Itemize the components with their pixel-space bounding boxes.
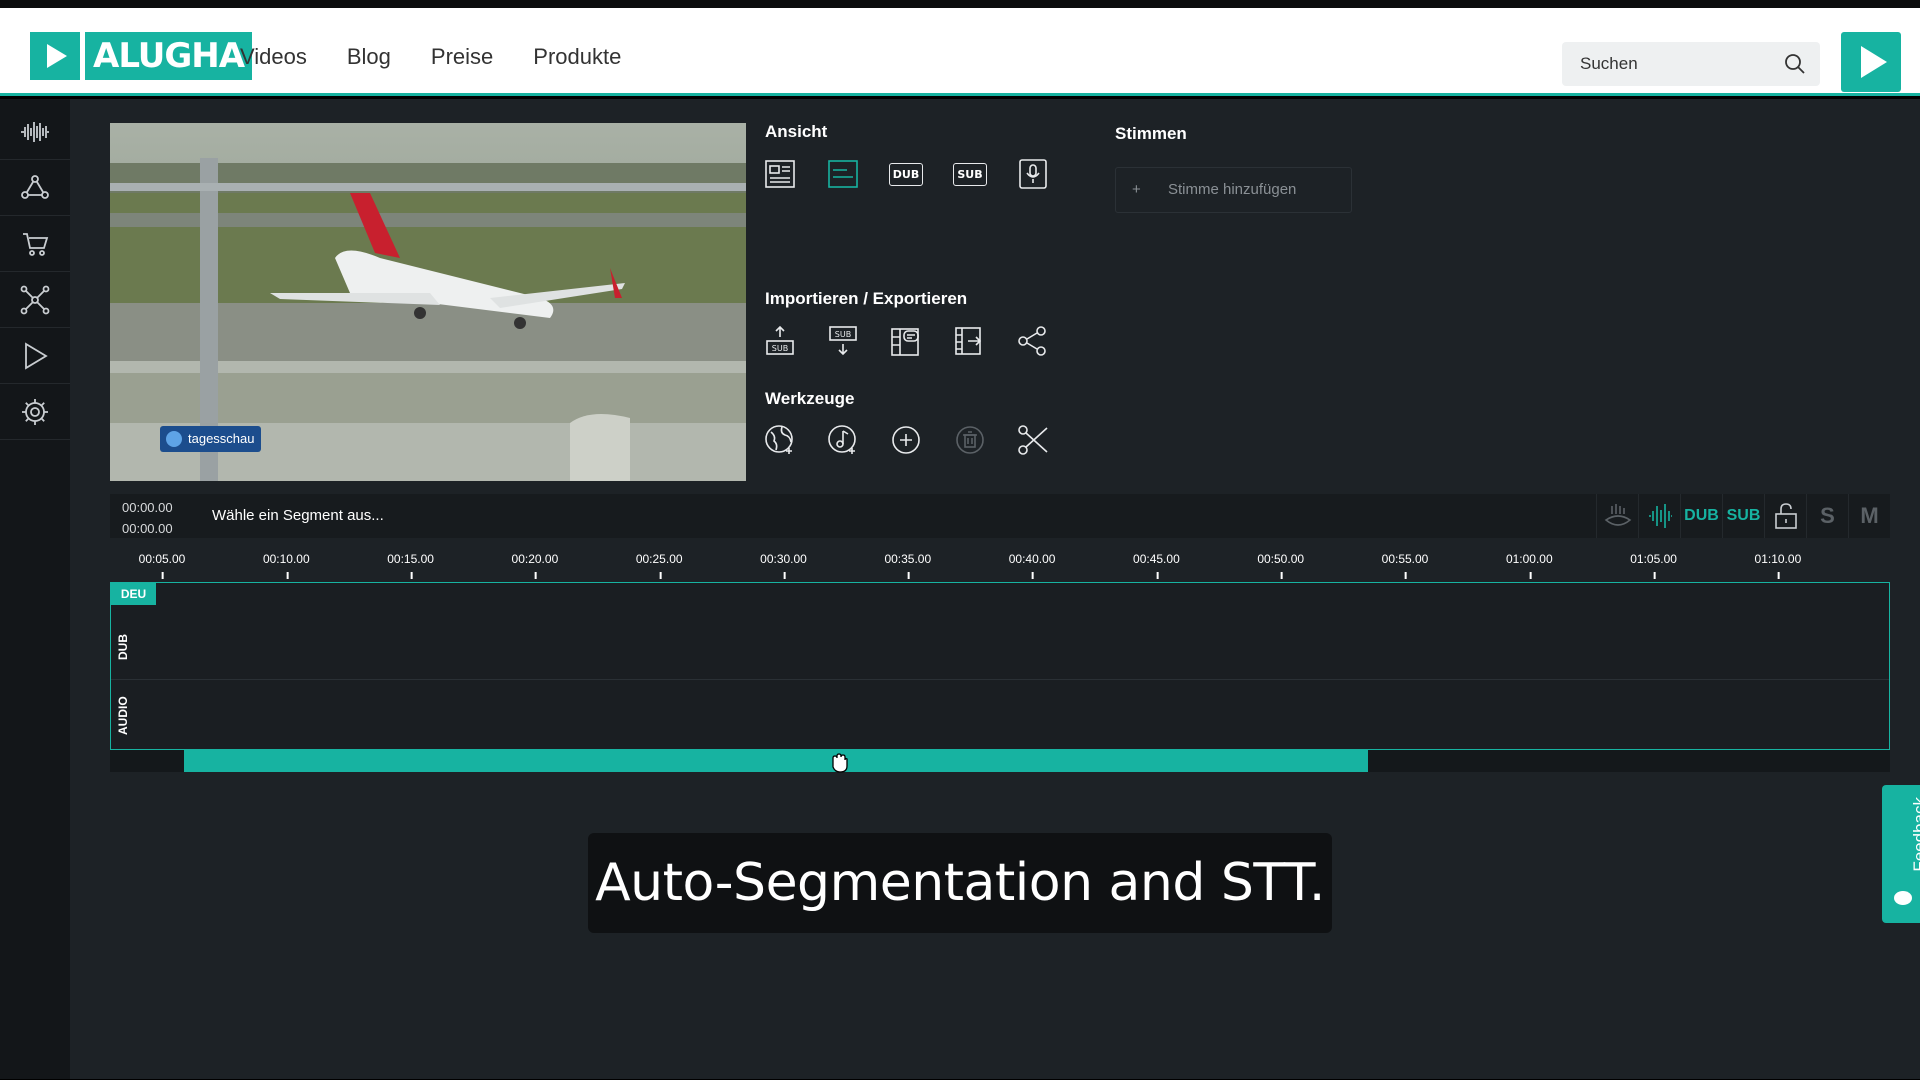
- track-area[interactable]: DEU DUB AUDIO: [110, 582, 1890, 750]
- plus-icon: +: [1132, 181, 1141, 198]
- feedback-label: Feedback: [1910, 797, 1920, 872]
- sidebar-separator: [0, 215, 70, 216]
- add-voice-label: Stimme hinzufügen: [1168, 181, 1297, 198]
- gear-icon[interactable]: [14, 391, 56, 433]
- search-input[interactable]: [1562, 42, 1772, 86]
- ruler-tick: 00:15.00: [387, 552, 434, 579]
- nav-preise[interactable]: Preise: [431, 44, 493, 70]
- nav-produkte[interactable]: Produkte: [533, 44, 621, 70]
- share-icon[interactable]: [1016, 324, 1050, 358]
- sub-view-button[interactable]: SUB: [953, 157, 987, 191]
- timeline-tools: DUB SUB S M: [1596, 494, 1890, 538]
- lips-icon[interactable]: [1596, 494, 1638, 538]
- graph-icon[interactable]: [14, 279, 56, 321]
- mute-button[interactable]: M: [1848, 494, 1890, 538]
- sub-toggle[interactable]: SUB: [1722, 494, 1764, 538]
- svg-text:SUB: SUB: [772, 344, 788, 353]
- top-strip: [0, 0, 1920, 8]
- ruler-tick: 01:00.00: [1505, 552, 1553, 579]
- lock-icon[interactable]: [1764, 494, 1806, 538]
- add-segment-icon[interactable]: [889, 423, 923, 457]
- import-subtitle-icon[interactable]: SUB: [763, 324, 797, 358]
- svg-text:SUB: SUB: [835, 330, 851, 339]
- waveform-icon[interactable]: [14, 111, 56, 153]
- scissors-icon[interactable]: [1016, 423, 1050, 457]
- globe-add-icon[interactable]: [763, 423, 797, 457]
- video-preview[interactable]: tagesschau: [110, 123, 746, 481]
- werkzeuge-title: Werkzeuge: [765, 389, 855, 408]
- dub-toggle[interactable]: DUB: [1680, 494, 1722, 538]
- search-box: [1562, 42, 1820, 86]
- ruler-tick: 00:45.00: [1133, 552, 1180, 579]
- cart-icon[interactable]: [14, 223, 56, 265]
- caption-overlay: Auto-Segmentation and STT.: [588, 833, 1332, 933]
- audio-track-label: AUDIO: [116, 696, 130, 735]
- export-video-icon[interactable]: [953, 324, 987, 358]
- music-add-icon[interactable]: [826, 423, 860, 457]
- chat-bubble-icon: [1894, 891, 1912, 905]
- transcript-icon[interactable]: [889, 324, 923, 358]
- ruler-tick: 00:10.00: [262, 552, 310, 579]
- site-header: ALUGHA Videos Blog Preise Produkte: [0, 8, 1920, 96]
- feedback-tab[interactable]: Feedback: [1882, 785, 1920, 923]
- search-icon[interactable]: [1784, 53, 1806, 80]
- ruler-tick: 00:30.00: [760, 552, 807, 579]
- scrollbar-thumb[interactable]: [184, 750, 1368, 772]
- time-readout: 00:00.00 00:00.00: [122, 497, 173, 539]
- timeline-toolbar: 00:00.00 00:00.00 Wähle ein Segment aus.…: [110, 494, 1890, 538]
- audio-track[interactable]: AUDIO: [111, 681, 1889, 749]
- time-start: 00:00.00: [122, 500, 173, 515]
- export-subtitle-icon[interactable]: SUB: [826, 324, 860, 358]
- logo-play-icon: [30, 32, 80, 80]
- grab-cursor-icon: [828, 752, 850, 779]
- main-nav: Videos Blog Preise Produkte: [240, 44, 621, 70]
- nav-blog[interactable]: Blog: [347, 44, 391, 70]
- sidebar-separator: [0, 271, 70, 272]
- time-end: 00:00.00: [122, 521, 173, 536]
- add-voice-button[interactable]: + Stimme hinzufügen: [1115, 167, 1352, 213]
- ruler-tick: 01:05.00: [1630, 552, 1677, 579]
- segment-hint: Wähle ein Segment aus...: [212, 507, 384, 524]
- dub-track-label: DUB: [116, 634, 130, 660]
- layout-view-icon[interactable]: [763, 157, 797, 191]
- play-app-button[interactable]: [1841, 32, 1901, 92]
- left-sidebar: [0, 99, 70, 1079]
- ansicht-title: Ansicht: [765, 122, 828, 141]
- ruler-tick: 00:50.00: [1257, 552, 1305, 579]
- logo-text: ALUGHA: [85, 32, 253, 80]
- microphone-view-icon[interactable]: [1016, 157, 1050, 191]
- network-icon[interactable]: [14, 167, 56, 209]
- ruler-tick: 00:20.00: [511, 552, 559, 579]
- timeline-view-icon[interactable]: [826, 157, 860, 191]
- timeline-ruler[interactable]: 00:05.00 00:10.00 00:15.00 00:20.00 00:25.00…: [110, 540, 1890, 582]
- ruler-tick: 01:10.00: [1754, 552, 1802, 579]
- dub-track[interactable]: DUB: [111, 583, 1889, 680]
- stimmen-title: Stimmen: [1115, 124, 1187, 143]
- ruler-tick: 00:25.00: [635, 552, 683, 579]
- tagesschau-watermark: tagesschau: [160, 426, 261, 452]
- nav-videos[interactable]: Videos: [240, 44, 307, 70]
- sidebar-separator: [0, 439, 70, 440]
- timeline-scrollbar[interactable]: [110, 750, 1890, 772]
- delete-segment-icon[interactable]: [953, 423, 987, 457]
- sidebar-separator: [0, 159, 70, 160]
- import-export-title: Importieren / Exportieren: [765, 289, 968, 308]
- ruler-tick: 00:05.00: [138, 552, 186, 579]
- solo-button[interactable]: S: [1806, 494, 1848, 538]
- ruler-tick: 00:40.00: [1008, 552, 1056, 579]
- sidebar-separator: [0, 327, 70, 328]
- waveform-toggle-icon[interactable]: [1638, 494, 1680, 538]
- alugha-logo[interactable]: ALUGHA: [30, 32, 253, 80]
- play-icon[interactable]: [14, 335, 56, 377]
- ruler-tick: 00:35.00: [884, 552, 932, 579]
- ruler-tick: 00:55.00: [1381, 552, 1429, 579]
- sidebar-separator: [0, 383, 70, 384]
- dub-view-button[interactable]: DUB: [888, 157, 924, 191]
